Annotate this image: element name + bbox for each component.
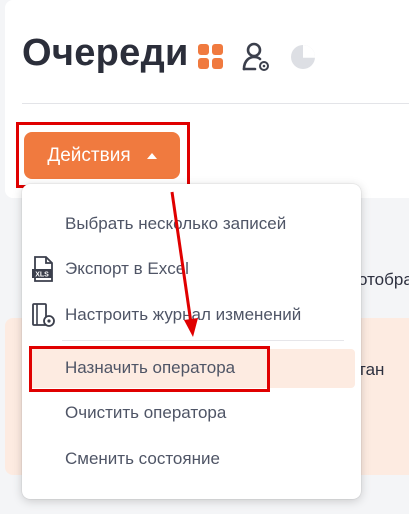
menu-item-label: Очистить оператора: [65, 403, 227, 422]
annotation-highlight-actions: [16, 122, 190, 188]
menu-item-label: Настроить журнал изменений: [65, 305, 302, 324]
grid-view-icon[interactable]: [198, 44, 224, 70]
menu-item-change-state[interactable]: Сменить состояние: [22, 439, 361, 479]
menu-item-label: Сменить состояние: [65, 449, 220, 468]
xls-file-icon: XLS: [30, 255, 58, 283]
menu-item-select-multiple[interactable]: Выбрать несколько записей: [22, 204, 361, 244]
user-settings-icon[interactable]: [241, 41, 273, 73]
annotation-highlight-assign: [29, 346, 270, 392]
background-text: тан: [358, 360, 385, 379]
log-settings-icon: [30, 301, 58, 329]
pie-chart-icon[interactable]: [290, 44, 316, 70]
background-text: отобраз: [358, 270, 409, 289]
menu-item-configure-log[interactable]: Настроить журнал изменений: [22, 295, 361, 335]
page-title: Очереди: [22, 32, 189, 74]
menu-item-label: Экспорт в Excel: [65, 259, 189, 278]
menu-separator: [62, 340, 344, 341]
menu-item-export-excel[interactable]: XLS Экспорт в Excel: [22, 249, 361, 289]
menu-item-label: Выбрать несколько записей: [65, 214, 287, 233]
svg-text:XLS: XLS: [35, 272, 49, 279]
header-divider: [22, 103, 409, 104]
menu-item-clear-operator[interactable]: Очистить оператора: [22, 393, 361, 433]
